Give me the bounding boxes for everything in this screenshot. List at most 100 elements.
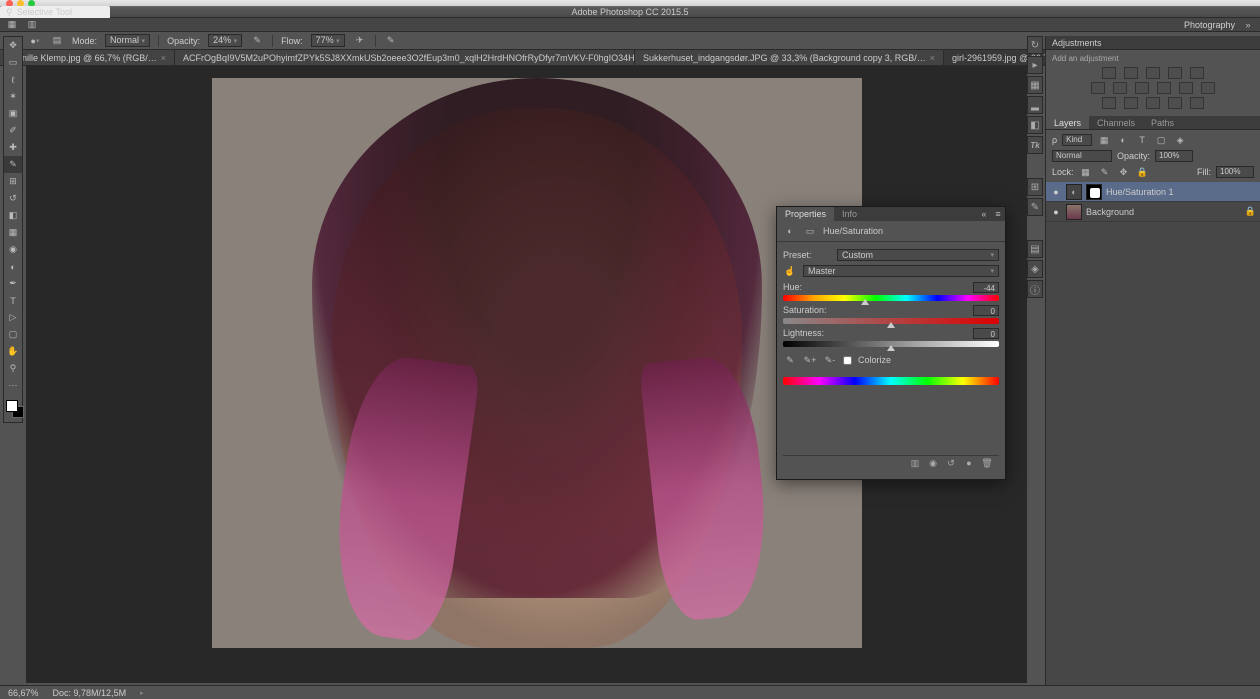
brush-size-picker[interactable]: ● ▾ — [28, 34, 42, 48]
airbrush-icon[interactable]: ✈ — [353, 34, 367, 48]
layer-name[interactable]: Background — [1086, 207, 1134, 217]
lock-transparency-icon[interactable]: ▦ — [1079, 165, 1093, 179]
color-swatches[interactable] — [4, 398, 22, 422]
eyedropper-tool[interactable]: ✐ — [4, 122, 22, 139]
brush-tool[interactable]: ✎ — [4, 156, 22, 173]
layer-opacity-input[interactable]: 100% — [1155, 150, 1193, 162]
histogram-panel-icon[interactable]: ▂ — [1027, 96, 1043, 114]
layer-row[interactable]: ● ◐ Hue/Saturation 1 — [1046, 182, 1260, 202]
document-tab[interactable]: Sukkerhuset_indgangsdør.JPG @ 33,3% (Bac… — [635, 50, 944, 65]
flow-input[interactable]: 77% ▾ — [311, 34, 345, 47]
filter-kind-select[interactable]: Kind — [1062, 134, 1092, 146]
blend-mode-select[interactable]: Normal ▾ — [105, 34, 150, 47]
filter-adjustment-icon[interactable]: ◐ — [1116, 133, 1130, 147]
channel-select[interactable]: Master▾ — [803, 265, 999, 277]
path-select-tool[interactable]: ▷ — [4, 309, 22, 326]
adjustments-panel-header[interactable]: Adjustments — [1046, 36, 1260, 50]
lock-position-icon[interactable]: ✥ — [1117, 165, 1131, 179]
crop-tool[interactable]: ▣ — [4, 105, 22, 122]
actions-panel-icon[interactable]: ▸ — [1027, 56, 1043, 74]
move-tool[interactable]: ✥ — [4, 37, 22, 54]
saturation-value-input[interactable]: 0 — [973, 305, 999, 316]
close-tab-icon[interactable]: × — [930, 53, 935, 63]
exposure-icon[interactable] — [1168, 67, 1182, 79]
lightness-value-input[interactable]: 0 — [973, 328, 999, 339]
layer-row[interactable]: ● Background 🔒 — [1046, 202, 1260, 222]
filter-smart-icon[interactable]: ◈ — [1173, 133, 1187, 147]
panel-menu-icon[interactable]: ≡ — [991, 207, 1005, 221]
properties-tab[interactable]: Properties — [777, 207, 834, 221]
layers-tab[interactable]: Layers — [1046, 116, 1089, 129]
mask-thumb[interactable] — [1086, 184, 1102, 200]
properties-panel[interactable]: Properties Info « ≡ ◐ ▭ Hue/Saturation P… — [776, 206, 1006, 480]
collapse-panel-icon[interactable]: « — [977, 207, 991, 221]
opacity-input[interactable]: 24% ▾ — [208, 34, 242, 47]
quick-select-tool[interactable]: ✶ — [4, 88, 22, 105]
delete-adjustment-icon[interactable]: 🗑 — [981, 458, 993, 470]
history-brush-tool[interactable]: ↺ — [4, 190, 22, 207]
filter-shape-icon[interactable]: ▢ — [1154, 133, 1168, 147]
blend-mode-select[interactable]: Normal — [1052, 150, 1112, 162]
reset-icon[interactable]: ↺ — [945, 458, 957, 470]
eyedropper-add-icon[interactable]: ✎+ — [803, 353, 817, 367]
hue-saturation-icon[interactable] — [1091, 82, 1105, 94]
preset-select[interactable]: Custom▾ — [837, 249, 999, 261]
typekit-panel-icon[interactable]: Tk — [1027, 136, 1043, 154]
threshold-icon[interactable] — [1146, 97, 1160, 109]
photo-filter-icon[interactable] — [1157, 82, 1171, 94]
zoom-level[interactable]: 66,67% — [8, 688, 39, 698]
workspace-menu-icon[interactable]: » — [1241, 18, 1255, 32]
pen-tool[interactable]: ✒ — [4, 275, 22, 292]
brush-panel-icon[interactable]: ▤ — [50, 34, 64, 48]
lock-all-icon[interactable]: 🔒 — [1136, 165, 1150, 179]
toggle-visibility-icon[interactable]: ● — [963, 458, 975, 470]
color-range-bar[interactable] — [783, 377, 999, 385]
libraries-panel-icon[interactable]: ⊞ — [1027, 178, 1043, 196]
visibility-toggle-icon[interactable]: ● — [1050, 207, 1062, 217]
info-panel-icon[interactable]: ⓘ — [1027, 280, 1043, 298]
colorize-checkbox[interactable] — [843, 356, 852, 365]
saturation-slider[interactable] — [783, 318, 999, 324]
status-menu-icon[interactable]: ▸ — [140, 689, 144, 697]
shape-tool[interactable]: ▢ — [4, 326, 22, 343]
curves-icon[interactable] — [1146, 67, 1160, 79]
hue-slider[interactable] — [783, 295, 999, 301]
edit-toolbar-icon[interactable]: ⋯ — [4, 377, 22, 394]
mask-icon[interactable]: ▭ — [803, 224, 817, 238]
dodge-tool[interactable]: ◐ — [4, 258, 22, 275]
brushes-panel-icon[interactable]: ✎ — [1027, 198, 1043, 216]
zoom-tool[interactable]: ⚲ — [4, 360, 22, 377]
levels-icon[interactable] — [1124, 67, 1138, 79]
posterize-icon[interactable] — [1124, 97, 1138, 109]
history-panel-icon[interactable]: ↻ — [1027, 36, 1043, 54]
eyedropper-icon[interactable]: ✎ — [783, 353, 797, 367]
slider-thumb[interactable] — [887, 345, 895, 351]
opacity-pressure-icon[interactable]: ✎ — [250, 34, 264, 48]
document-size[interactable]: Doc: 9,78M/12,5M — [53, 688, 127, 698]
document-canvas[interactable] — [212, 78, 862, 648]
styles-panel-icon[interactable]: ◈ — [1027, 260, 1043, 278]
previous-state-icon[interactable]: ◉ — [927, 458, 939, 470]
filter-type-icon[interactable]: T — [1135, 133, 1149, 147]
brightness-contrast-icon[interactable] — [1102, 67, 1116, 79]
close-tab-icon[interactable]: × — [161, 53, 166, 63]
paths-tab[interactable]: Paths — [1143, 116, 1182, 129]
layer-thumb[interactable] — [1066, 204, 1082, 220]
adjustment-icon[interactable]: ◐ — [783, 224, 797, 238]
hand-tool[interactable]: ✋ — [4, 343, 22, 360]
swatches-panel-icon[interactable]: ▤ — [1027, 240, 1043, 258]
navigator-panel-icon[interactable]: ▦ — [1027, 76, 1043, 94]
clip-to-layer-icon[interactable]: ▥ — [909, 458, 921, 470]
visibility-toggle-icon[interactable]: ● — [1050, 187, 1062, 197]
blur-tool[interactable]: ◉ — [4, 241, 22, 258]
eraser-tool[interactable]: ◧ — [4, 207, 22, 224]
eyedropper-subtract-icon[interactable]: ✎- — [823, 353, 837, 367]
hue-value-input[interactable]: -44 — [973, 282, 999, 293]
lock-pixels-icon[interactable]: ✎ — [1098, 165, 1112, 179]
foreground-color[interactable] — [6, 400, 18, 412]
healing-brush-tool[interactable]: ✚ — [4, 139, 22, 156]
clone-stamp-tool[interactable]: ⊞ — [4, 173, 22, 190]
invert-icon[interactable] — [1102, 97, 1116, 109]
slider-thumb[interactable] — [887, 322, 895, 328]
channel-mixer-icon[interactable] — [1179, 82, 1193, 94]
